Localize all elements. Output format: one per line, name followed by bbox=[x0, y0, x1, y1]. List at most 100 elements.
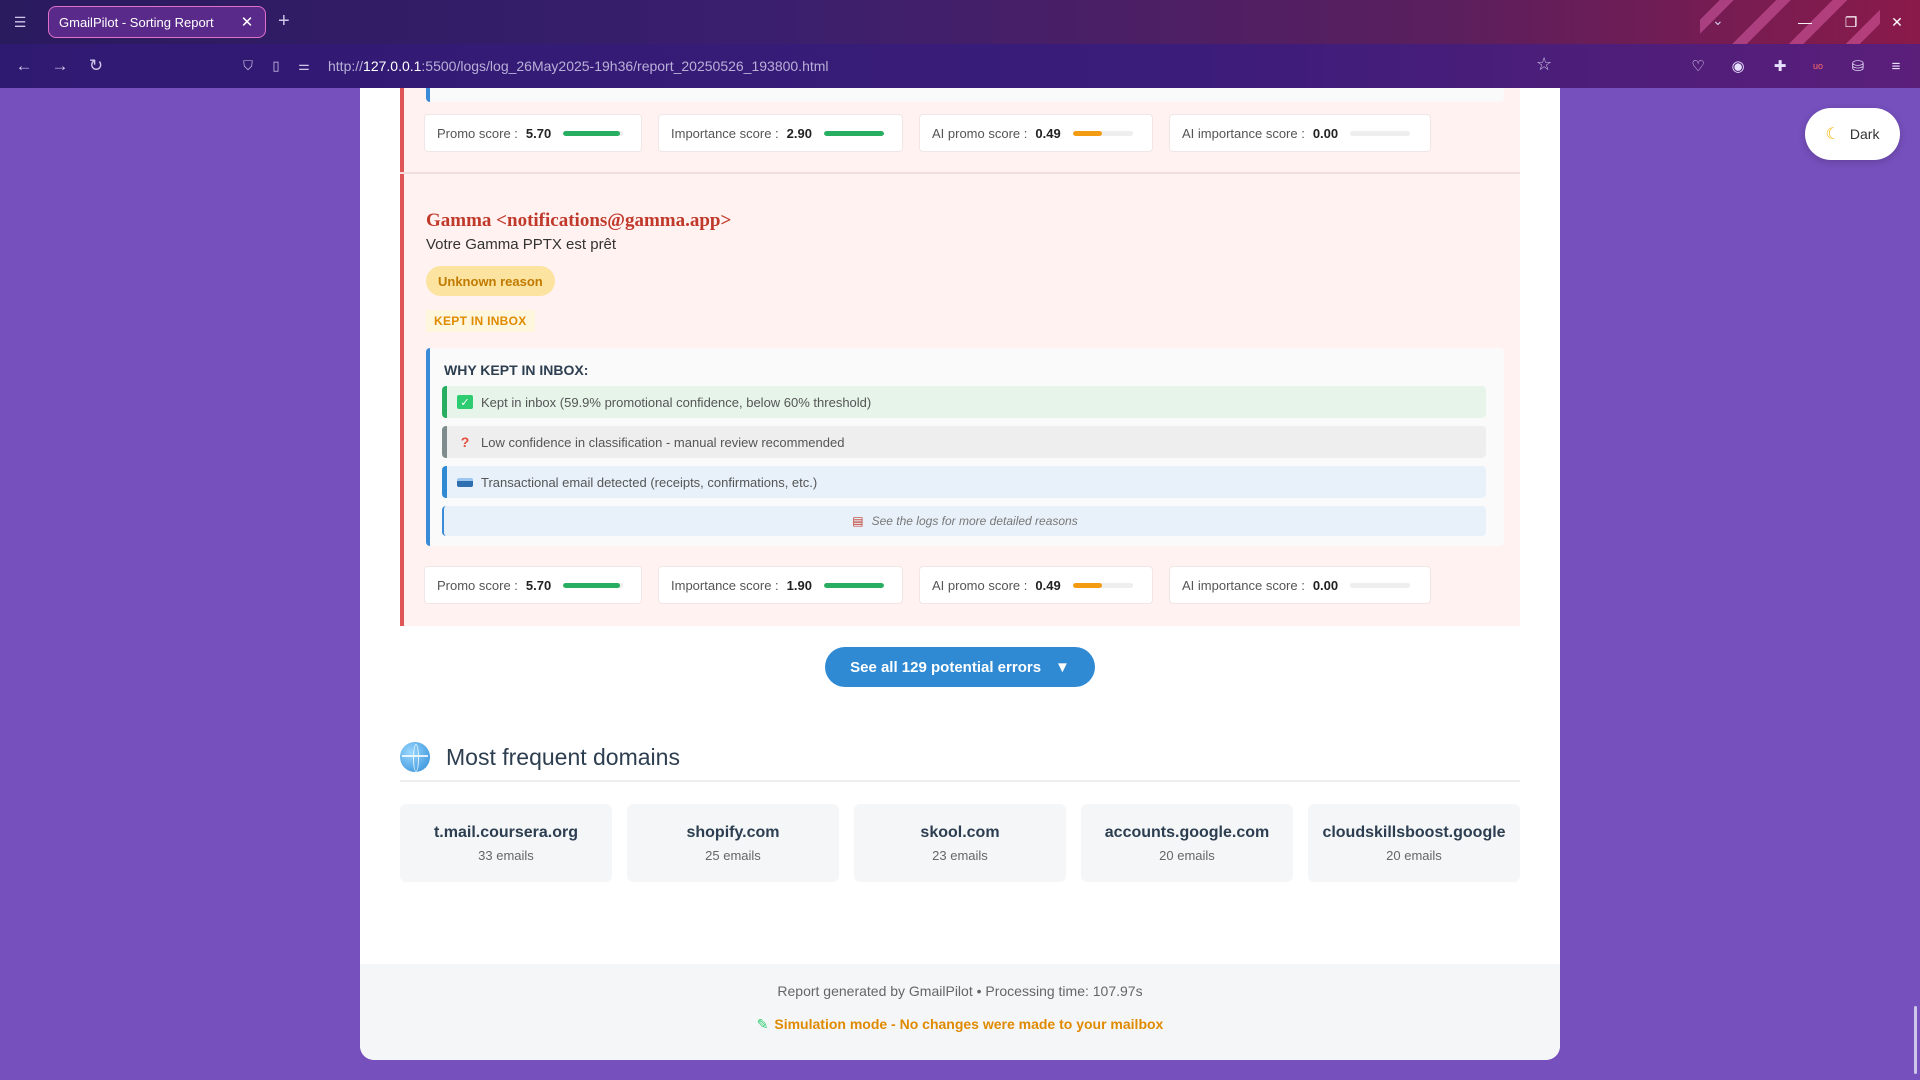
why-item: ✓ Kept in inbox (59.9% promotional confi… bbox=[442, 386, 1486, 418]
domain-count: 33 emails bbox=[478, 847, 534, 863]
score-bar bbox=[823, 130, 884, 136]
pencil-icon: ✎ bbox=[756, 1016, 769, 1032]
domain-count: 20 emails bbox=[1159, 847, 1215, 863]
score-bar bbox=[563, 582, 624, 588]
scores-previous: Promo score :5.70 Importance score :2.90… bbox=[424, 114, 1431, 152]
domain-name: skool.com bbox=[920, 823, 1000, 841]
report-footer: Report generated by GmailPilot • Process… bbox=[360, 964, 1560, 1060]
importance-score: Importance score :1.90 bbox=[658, 566, 903, 604]
extensions-icon[interactable]: ✚ bbox=[1768, 54, 1792, 78]
email-block: Gamma <notifications@gamma.app> Votre Ga… bbox=[400, 174, 1520, 626]
domains-section-header: Most frequent domains bbox=[400, 734, 1520, 782]
status-badge: KEPT IN INBOX bbox=[426, 310, 535, 332]
window-controls: — ❐ ✕ bbox=[1782, 0, 1920, 44]
scores: Promo score :5.70 Importance score :1.90… bbox=[424, 566, 1431, 604]
page-viewport: Promo score :5.70 Importance score :2.90… bbox=[0, 88, 1920, 1080]
score-bar bbox=[1350, 582, 1411, 588]
menu-icon[interactable]: ≡ bbox=[1884, 54, 1908, 78]
dark-mode-toggle[interactable]: ☾ Dark bbox=[1805, 108, 1900, 160]
domain-card: accounts.google.com 20 emails bbox=[1081, 804, 1293, 882]
domain-card: shopify.com 25 emails bbox=[627, 804, 839, 882]
chevron-down-icon[interactable]: ⌄ bbox=[1712, 12, 1724, 29]
domain-count: 23 emails bbox=[932, 847, 988, 863]
score-bar bbox=[1350, 130, 1411, 136]
chevron-down-icon: ▼ bbox=[1055, 658, 1070, 676]
email-subject: Votre Gamma PPTX est prêt bbox=[426, 236, 617, 253]
footer-simulation: ✎ Simulation mode - No changes were made … bbox=[360, 1016, 1560, 1033]
simulation-text: Simulation mode - No changes were made t… bbox=[774, 1016, 1164, 1032]
dark-mode-label: Dark bbox=[1849, 126, 1880, 142]
check-icon: ✓ bbox=[457, 395, 473, 409]
domain-count: 25 emails bbox=[705, 847, 761, 863]
moon-icon: ☾ bbox=[1825, 126, 1840, 143]
page-icon[interactable]: ▯ bbox=[264, 58, 288, 74]
ai-promo-score: AI promo score :0.49 bbox=[919, 114, 1153, 152]
close-tab-icon[interactable]: ✕ bbox=[239, 13, 255, 31]
tab-title: GmailPilot - Sorting Report bbox=[59, 14, 214, 30]
section-title: Most frequent domains bbox=[446, 743, 680, 770]
email-block-previous: Promo score :5.70 Importance score :2.90… bbox=[400, 88, 1520, 172]
score-bar-fill bbox=[823, 130, 884, 136]
why-item: ? Low confidence in classification - man… bbox=[442, 426, 1486, 458]
extension-icon[interactable]: ⛁ bbox=[1846, 54, 1870, 78]
domain-count: 20 emails bbox=[1386, 847, 1442, 863]
why-kept-title: WHY KEPT IN INBOX: bbox=[444, 362, 589, 378]
domain-card: t.mail.coursera.org 33 emails bbox=[400, 804, 612, 882]
close-window-icon[interactable]: ✕ bbox=[1874, 0, 1920, 44]
address-bar[interactable]: ⛉ ▯ ⚌ http://127.0.0.1:5500/logs/log_26M… bbox=[236, 52, 1566, 80]
bookmark-star-icon[interactable]: ☆ bbox=[1536, 54, 1552, 75]
score-bar bbox=[823, 582, 884, 588]
why-item: Transactional email detected (receipts, … bbox=[442, 466, 1486, 498]
footer-generated: Report generated by GmailPilot • Process… bbox=[777, 983, 1143, 999]
ai-promo-score: AI promo score :0.49 bbox=[919, 566, 1153, 604]
score-bar-fill bbox=[1072, 582, 1103, 588]
domain-name: shopify.com bbox=[686, 823, 780, 841]
minimize-icon[interactable]: — bbox=[1782, 0, 1828, 44]
score-bar-fill bbox=[563, 130, 621, 136]
back-icon[interactable]: ← bbox=[12, 54, 36, 78]
logs-note: ▤ See the logs for more detailed reasons bbox=[442, 506, 1486, 536]
see-all-label: See all 129 potential errors bbox=[850, 658, 1042, 676]
tab-list-icon[interactable]: ☰ bbox=[10, 12, 30, 32]
score-bar bbox=[1072, 130, 1133, 136]
scrollbar-thumb[interactable] bbox=[1914, 1006, 1917, 1074]
domain-name: t.mail.coursera.org bbox=[433, 823, 579, 841]
restore-icon[interactable]: ❐ bbox=[1828, 0, 1874, 44]
question-icon: ? bbox=[460, 434, 470, 450]
browser-nav-bar: ← → ↻ ⛉ ▯ ⚌ http://127.0.0.1:5500/logs/l… bbox=[0, 44, 1920, 88]
browser-tab-bar: ☰ GmailPilot - Sorting Report ✕ + ⌄ — ❐ … bbox=[0, 0, 1920, 88]
email-sender: Gamma <notifications@gamma.app> bbox=[426, 210, 732, 231]
why-item-text: Low confidence in classification - manua… bbox=[481, 434, 845, 450]
report-card: Promo score :5.70 Importance score :2.90… bbox=[360, 88, 1560, 1060]
ai-importance-score: AI importance score :0.00 bbox=[1169, 114, 1431, 152]
score-bar-fill bbox=[823, 582, 884, 588]
why-item-text: Kept in inbox (59.9% promotional confide… bbox=[481, 394, 872, 410]
score-bar-fill bbox=[563, 582, 621, 588]
domain-name: accounts.google.com bbox=[1104, 823, 1270, 841]
notepad-icon: ▤ bbox=[852, 514, 864, 528]
reload-icon[interactable]: ↻ bbox=[84, 54, 108, 78]
domain-card: cloudskillsboost.google 20 emails bbox=[1308, 804, 1520, 882]
new-tab-icon[interactable]: + bbox=[278, 10, 290, 33]
ublock-icon[interactable]: uo bbox=[1806, 54, 1830, 78]
promo-score: Promo score :5.70 bbox=[424, 566, 642, 604]
forward-icon[interactable]: → bbox=[48, 54, 72, 78]
tab-gmailpilot-report[interactable]: GmailPilot - Sorting Report ✕ bbox=[48, 6, 266, 38]
reason-badge: Unknown reason bbox=[426, 266, 555, 296]
account-icon[interactable]: ◉ bbox=[1726, 54, 1750, 78]
domain-card: skool.com 23 emails bbox=[854, 804, 1066, 882]
see-all-errors-button[interactable]: See all 129 potential errors ▼ bbox=[825, 647, 1095, 687]
importance-score: Importance score :2.90 bbox=[658, 114, 903, 152]
domain-list: t.mail.coursera.org 33 emails shopify.co… bbox=[400, 804, 1520, 882]
globe-icon bbox=[400, 742, 430, 772]
score-bar bbox=[1072, 582, 1133, 588]
score-bar-fill bbox=[1072, 130, 1103, 136]
url-text[interactable]: http://127.0.0.1:5500/logs/log_26May2025… bbox=[328, 58, 829, 74]
pocket-icon[interactable]: ♡ bbox=[1686, 54, 1710, 78]
permissions-icon[interactable]: ⚌ bbox=[292, 58, 316, 74]
why-box-previous bbox=[426, 88, 1504, 102]
card-icon bbox=[457, 477, 473, 487]
shield-icon[interactable]: ⛉ bbox=[236, 58, 260, 74]
score-bar bbox=[563, 130, 624, 136]
logs-note-text: See the logs for more detailed reasons bbox=[871, 514, 1078, 528]
